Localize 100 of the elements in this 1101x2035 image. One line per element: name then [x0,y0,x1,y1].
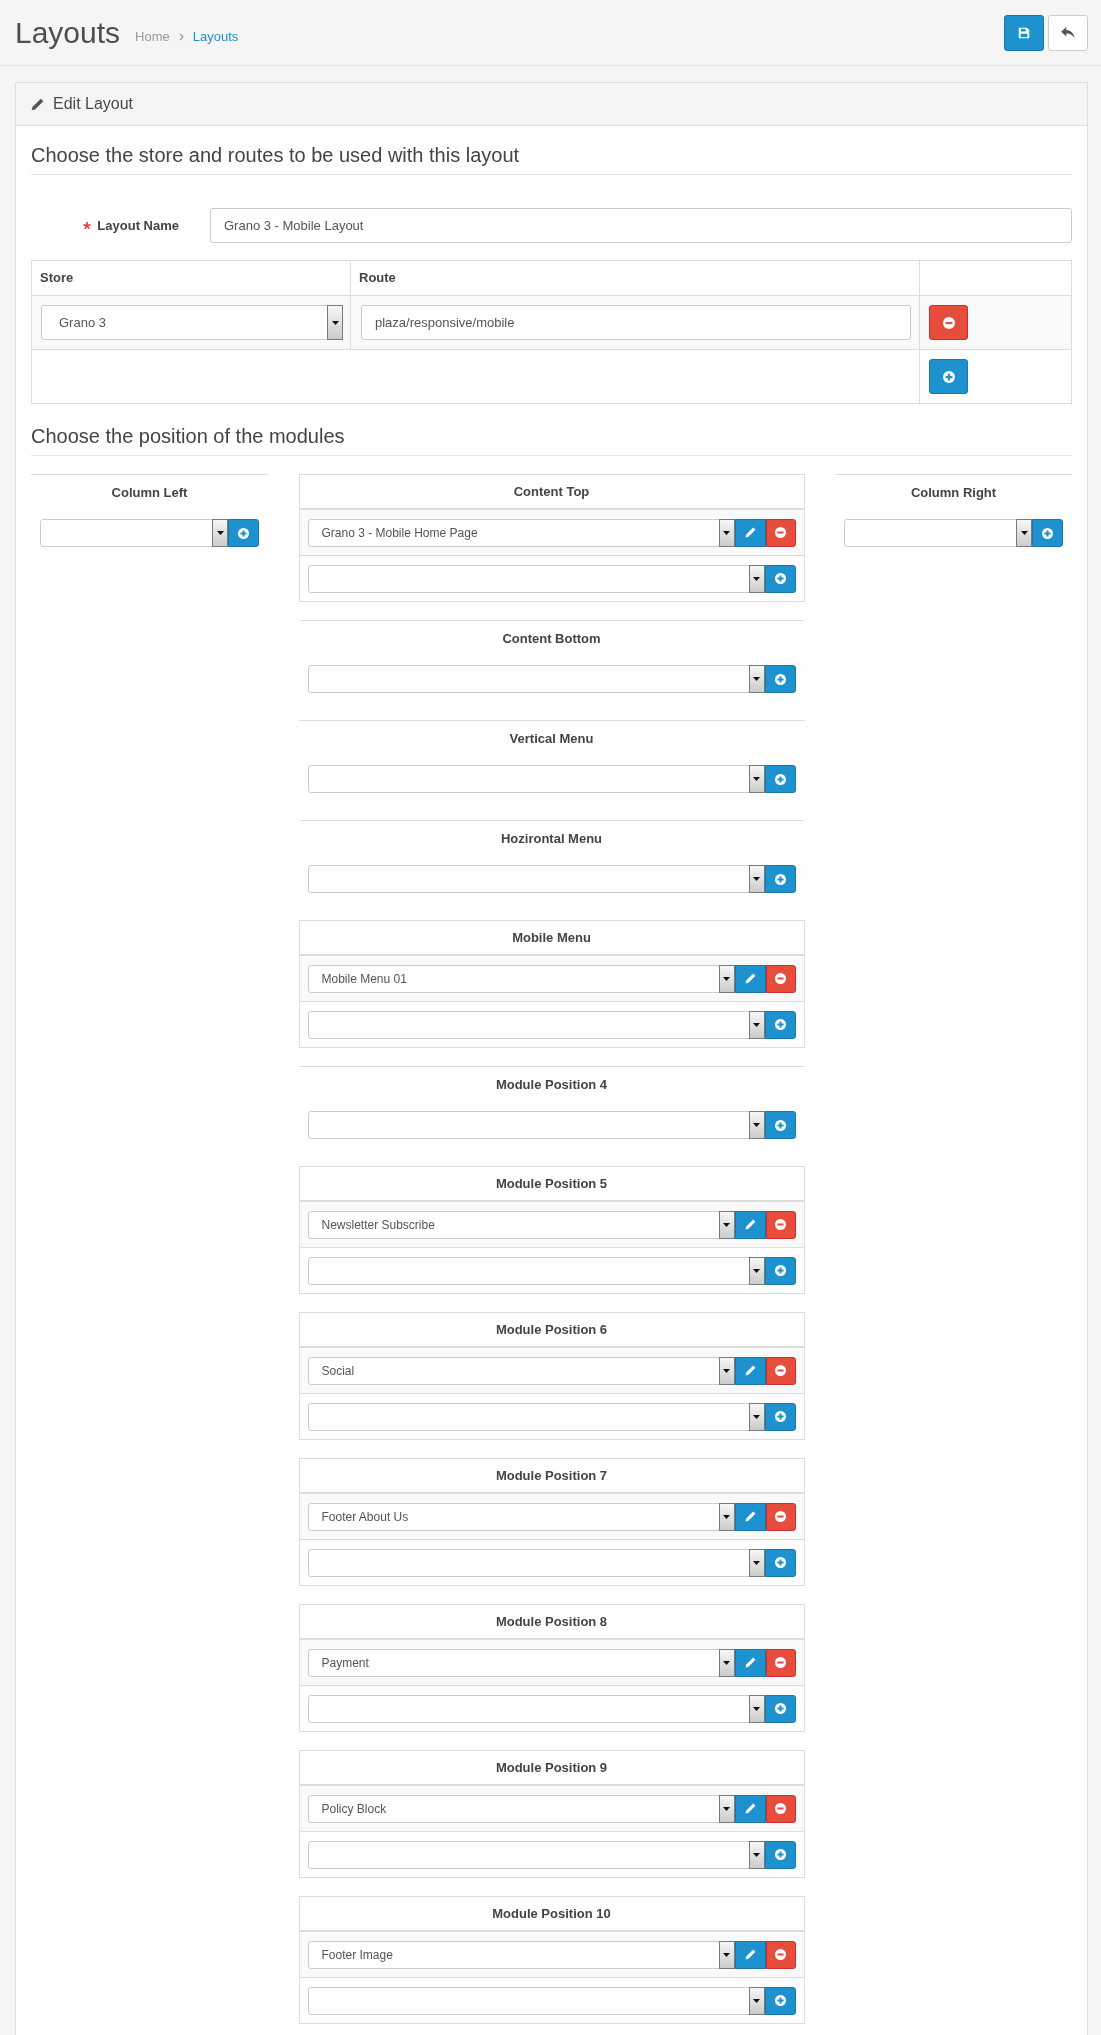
position-title: Module Position 10 [492,1904,611,1923]
field-label: Layout Name [97,216,179,235]
add-button[interactable] [764,1402,796,1431]
pencil-icon [744,1365,756,1376]
remove-button[interactable] [765,1210,796,1239]
plus-circle-icon [774,1849,786,1860]
select-field[interactable] [307,1548,765,1577]
add-button[interactable] [764,1694,796,1723]
layout-name-field[interactable]: Grano 3 - Mobile Layout [210,208,1072,243]
minus-circle-icon [775,1511,786,1522]
add-button[interactable] [764,665,796,693]
position-title: Content Top [513,482,590,501]
position-title: Mobile Menu [512,928,591,947]
pencil-icon [744,1803,756,1814]
select-field[interactable] [307,665,765,693]
minus-circle-icon [775,1949,786,1960]
edit-button[interactable] [734,1648,766,1677]
select-field[interactable]: Grano 3 - Mobile Home Page [307,518,735,547]
plus-circle-icon [774,1119,786,1131]
add-button[interactable] [764,1548,796,1577]
select-field[interactable]: Payment [307,1648,735,1677]
column-header: Store [40,269,74,288]
position-title: Column Right [910,483,997,502]
select-field[interactable]: Newsletter Subscribe [307,1210,735,1239]
minus-circle-icon [775,1365,786,1376]
remove-button[interactable] [929,305,968,340]
select-field[interactable] [307,1694,765,1723]
select-field[interactable] [307,1402,765,1431]
save-button[interactable] [1004,14,1044,51]
remove-button[interactable] [765,518,796,547]
select-field[interactable]: Policy Block [307,1794,735,1823]
chevron-right-icon [178,33,184,41]
position-title: Column Left [111,483,188,502]
add-button[interactable] [1032,519,1063,547]
panel-title: Edit Layout [53,94,134,114]
add-button[interactable] [764,1986,796,2015]
remove-button[interactable] [765,1648,796,1677]
add-button[interactable] [764,865,796,893]
position-title: Hozirontal Menu [500,829,603,848]
plus-circle-icon [774,1019,786,1030]
edit-button[interactable] [734,964,766,993]
edit-button[interactable] [734,1502,766,1531]
select-field[interactable] [307,1010,765,1039]
minus-circle-icon [942,316,955,329]
minus-circle-icon [775,1657,786,1668]
edit-button[interactable] [734,1794,766,1823]
select-field[interactable] [307,1840,765,1869]
add-button[interactable] [764,1010,796,1039]
add-button[interactable] [764,1840,796,1869]
add-button[interactable] [764,765,796,793]
plus-circle-icon [774,773,786,785]
pencil-icon [744,1219,756,1230]
plus-circle-icon [774,1557,786,1568]
position-title: Vertical Menu [509,729,594,748]
add-button[interactable] [764,1111,796,1139]
remove-button[interactable] [765,1502,796,1531]
plus-circle-icon [238,527,249,539]
select-field[interactable] [307,1986,765,2015]
select-field[interactable]: Footer Image [307,1940,735,1969]
remove-button[interactable] [765,1356,796,1385]
select-field[interactable] [307,1111,765,1139]
edit-button[interactable] [734,1940,766,1969]
select-field[interactable] [844,519,1032,547]
pencil-icon [31,97,44,111]
remove-button[interactable] [765,1940,796,1969]
select-field[interactable]: Footer About Us [307,1502,735,1531]
minus-circle-icon [775,973,786,984]
back-button[interactable] [1048,14,1088,51]
section-heading: Choose the position of the modules [31,424,345,449]
remove-button[interactable] [765,1794,796,1823]
select-field[interactable] [307,1256,765,1285]
minus-circle-icon [775,1219,786,1230]
position-title: Module Position 8 [495,1612,608,1631]
edit-button[interactable] [734,518,766,547]
select-field[interactable]: Grano 3 [41,305,343,340]
add-button[interactable] [228,519,259,547]
select-field[interactable] [307,865,765,893]
remove-button[interactable] [765,964,796,993]
position-title: Module Position 5 [495,1174,608,1193]
edit-button[interactable] [734,1356,766,1385]
add-button[interactable] [764,1256,796,1285]
select-field[interactable]: Mobile Menu 01 [307,964,735,993]
plus-circle-icon [774,1411,786,1422]
pencil-icon [744,1657,756,1668]
pencil-icon [744,1949,756,1960]
select-field[interactable] [40,519,228,547]
add-button[interactable] [764,564,796,593]
select-field[interactable] [307,765,765,793]
plus-circle-icon [774,573,786,584]
route-field[interactable]: plaza/responsive/mobile [361,305,911,340]
select-field[interactable] [307,564,765,593]
position-title: Module Position 6 [495,1320,608,1339]
add-button[interactable] [929,359,968,394]
plus-circle-icon [774,673,786,685]
plus-circle-icon [1042,527,1053,539]
plus-circle-icon [774,1995,786,2006]
select-field[interactable]: Social [307,1356,735,1385]
edit-button[interactable] [734,1210,766,1239]
section-heading: Choose the store and routes to be used with this layout [31,143,520,168]
position-title: Content Bottom [502,629,601,648]
